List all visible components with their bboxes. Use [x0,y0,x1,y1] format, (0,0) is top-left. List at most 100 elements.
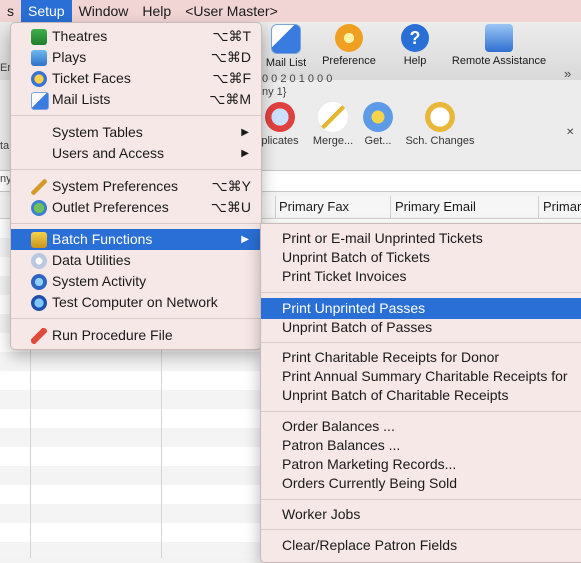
menu-item-users-and-access[interactable]: Users and Access ▶ [11,143,261,164]
menu-item-worker-jobs[interactable]: Worker Jobs [261,504,581,525]
menu-item-batch-functions[interactable]: Batch Functions ▶ [11,229,261,250]
get-label: Get... [364,135,392,147]
column-primary-email[interactable]: Primary Email [395,199,476,214]
mail-lists-icon [31,92,49,110]
column-divider[interactable] [390,196,391,218]
menubar-item-window[interactable]: Window [72,0,136,22]
submenu-arrow-icon: ▶ [241,234,249,245]
menu-item-theatres[interactable]: Theatres ⌥⌘T [11,26,261,47]
menu-item-plays[interactable]: Plays ⌥⌘D [11,47,261,68]
menu-item-label: Clear/Replace Patron Fields [282,537,458,553]
menu-item-label: Patron Marketing Records... [282,456,457,472]
menu-item-system-preferences[interactable]: System Preferences ⌥⌘Y [11,176,261,197]
preference-label: Preference [322,55,376,67]
network-icon [31,295,47,311]
menu-item-label: Print Ticket Invoices [282,268,407,284]
procedure-icon [31,328,47,344]
column-divider[interactable] [275,196,276,218]
menu-item-label: Run Procedure File [52,327,173,343]
menu-item-outlet-preferences[interactable]: Outlet Preferences ⌥⌘U [11,197,261,218]
remote-assistance-label: Remote Assistance [451,55,547,67]
menu-separator [11,318,261,319]
menu-item-order-balances[interactable]: Order Balances ... [261,416,581,437]
menu-item-test-computer-on-network[interactable]: Test Computer on Network [11,292,261,313]
menu-item-print-email-unprinted-tickets[interactable]: Print or E-mail Unprinted Tickets [261,228,581,249]
preference-button[interactable]: Preference [318,24,380,67]
get-button[interactable]: Get... [360,102,396,147]
menu-item-label: Worker Jobs [282,506,361,522]
mail-list-button[interactable]: Mail List [262,24,310,69]
menubar-item-user-master[interactable]: <User Master> [178,0,285,22]
setup-menu: Theatres ⌥⌘T Plays ⌥⌘D Ticket Faces ⌥⌘F … [10,22,262,350]
menu-item-mail-lists[interactable]: Mail Lists ⌥⌘M [11,89,261,110]
batch-functions-submenu: Print or E-mail Unprinted Tickets Unprin… [260,223,581,563]
menu-item-clear-replace-patron-fields[interactable]: Clear/Replace Patron Fields [261,535,581,556]
menu-item-patron-balances[interactable]: Patron Balances ... [261,435,581,456]
toolbar2-left-stub: ta [0,140,10,152]
column-primary-fax[interactable]: Primary Fax [279,199,349,214]
wrench-icon [31,179,47,195]
activity-icon [31,274,47,290]
menu-item-label: Unprint Batch of Tickets [282,249,430,265]
wand-icon [318,102,348,132]
toolbar-overflow[interactable]: » [564,66,571,81]
remote-assistance-button[interactable]: Remote Assistance [446,24,552,67]
menu-separator [11,223,261,224]
menu-item-print-annual-summary-receipts[interactable]: Print Annual Summary Charitable Receipts… [261,366,581,387]
menu-item-label: Unprint Batch of Passes [282,319,433,335]
menu-item-ticket-faces[interactable]: Ticket Faces ⌥⌘F [11,68,261,89]
submenu-arrow-icon: ▶ [241,127,249,138]
remote-assistance-icon [485,24,513,52]
menu-separator [261,411,581,412]
plays-icon [31,50,47,66]
ticket-faces-icon [31,71,47,87]
menubar: s Setup Window Help <User Master> [0,0,581,22]
text-fragment-2: ny 1} [262,86,287,98]
menu-separator [11,115,261,116]
menu-item-print-charitable-receipts-donor[interactable]: Print Charitable Receipts for Donor [261,347,581,368]
menu-item-system-activity[interactable]: System Activity [11,271,261,292]
mail-list-label: Mail List [265,57,307,69]
menubar-item-help[interactable]: Help [135,0,178,22]
menu-item-label: Plays [52,49,87,65]
menu-item-label: System Preferences [52,178,179,194]
menu-item-shortcut: ⌥⌘T [212,28,251,44]
menu-item-orders-currently-being-sold[interactable]: Orders Currently Being Sold [261,473,581,494]
menu-item-patron-marketing-records[interactable]: Patron Marketing Records... [261,454,581,475]
merge-button[interactable]: Merge... [308,102,358,147]
menubar-item-partial[interactable]: s [0,0,21,22]
menu-item-label: Mail Lists [52,91,111,107]
duplicates-icon [265,102,295,132]
help-icon: ? [401,24,429,52]
menu-item-unprint-batch-tickets[interactable]: Unprint Batch of Tickets [261,247,581,268]
menu-item-run-procedure-file[interactable]: Run Procedure File [11,325,261,346]
menu-item-unprint-batch-charitable-receipts[interactable]: Unprint Batch of Charitable Receipts [261,385,581,406]
menu-item-label: Unprint Batch of Charitable Receipts [282,387,509,403]
menu-separator [261,342,581,343]
menu-item-print-unprinted-passes[interactable]: Print Unprinted Passes [261,298,581,319]
menu-separator [11,169,261,170]
menu-item-label: Data Utilities [52,252,131,268]
close-icon[interactable]: ✕ [566,127,574,138]
column-primary-partial[interactable]: Primar [543,199,581,214]
batch-icon [31,232,47,248]
menu-item-label: System Tables [52,124,143,140]
gear-icon [335,24,363,52]
menu-item-shortcut: ⌥⌘U [210,199,251,215]
sch-changes-button[interactable]: Sch. Changes [400,102,480,147]
theatre-icon [31,29,47,45]
column-divider[interactable] [538,196,539,218]
menu-item-unprint-batch-passes[interactable]: Unprint Batch of Passes [261,317,581,338]
menu-item-data-utilities[interactable]: Data Utilities [11,250,261,271]
menu-item-print-ticket-invoices[interactable]: Print Ticket Invoices [261,266,581,287]
menu-item-label: Order Balances ... [282,418,395,434]
text-fragment-1: 0 0 2 0 1 0 0 0 [262,73,333,85]
duplicates-button[interactable]: plicates [256,102,304,147]
menu-item-label: Test Computer on Network [52,294,218,310]
help-label: Help [403,55,427,67]
menubar-item-setup[interactable]: Setup [21,0,72,22]
menu-item-system-tables[interactable]: System Tables ▶ [11,122,261,143]
help-button[interactable]: ? Help [395,24,435,67]
mail-list-icon [271,24,301,54]
menu-item-label: Outlet Preferences [52,199,169,215]
